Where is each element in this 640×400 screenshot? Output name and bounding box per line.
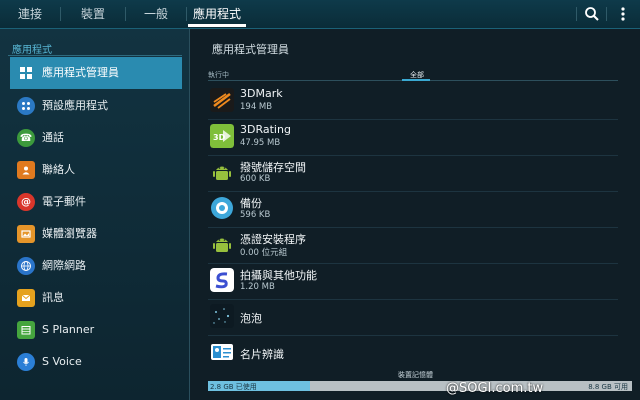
tab-separator (606, 7, 607, 21)
phone-icon: ☎ (17, 129, 35, 147)
globe-icon (17, 257, 35, 275)
sidebar-item-label: 通話 (42, 131, 64, 144)
tab-general[interactable]: 一般 (126, 0, 186, 28)
card-reader-icon (211, 344, 233, 360)
watermark: @SOGI.com.tw (446, 381, 544, 396)
application-manager-panel: 應用程式管理員 執行中 全部 3DMark 194 MB 3D 3DRating… (190, 29, 640, 400)
grid-icon (17, 64, 35, 82)
sidebar-item-label: S Planner (42, 323, 95, 336)
divider (8, 55, 182, 56)
android-icon (213, 238, 231, 252)
app-size: 1.20 MB (240, 282, 275, 292)
calendar-icon (17, 321, 35, 339)
sidebar-item-label: 電子郵件 (42, 195, 86, 208)
apps-icon (17, 97, 35, 115)
app-name: 名片辨識 (240, 348, 284, 361)
bubbles-icon (210, 304, 234, 328)
more-vert-icon[interactable] (614, 5, 632, 23)
sidebar-item-application-manager[interactable]: 應用程式管理員 (10, 57, 182, 89)
sidebar-item-label: S Voice (42, 355, 82, 368)
settings-sidebar: 應用程式 應用程式管理員 預設應用程式 ☎ 通話 聯絡人 @ 電子郵件 媒體瀏覽… (0, 29, 190, 400)
sidebar-item-label: 媒體瀏覽器 (42, 227, 97, 240)
active-filter-indicator (402, 79, 430, 81)
app-row-dialer-storage[interactable]: 撥號儲存空間 600 KB (208, 155, 618, 192)
media-icon (17, 225, 35, 243)
sidebar-item-s-planner[interactable]: S Planner (10, 314, 182, 346)
sidebar-item-messages[interactable]: 訊息 (10, 282, 182, 314)
storage-usage-bar: 2.8 GB 已使用 8.8 GB 可用 (208, 381, 632, 391)
app-name: 備份 (240, 197, 262, 210)
sidebar-item-contacts[interactable]: 聯絡人 (10, 154, 182, 186)
sidebar-item-email[interactable]: @ 電子郵件 (10, 186, 182, 218)
app-row-3drating[interactable]: 3D 3DRating 47.95 MB (208, 119, 618, 156)
tab-separator (576, 7, 577, 21)
backup-icon (211, 197, 233, 219)
sidebar-item-media-browser[interactable]: 媒體瀏覽器 (10, 218, 182, 250)
3dmark-icon (210, 88, 234, 112)
app-name: 泡泡 (240, 312, 262, 325)
app-row-certificate-installer[interactable]: 憑證安裝程序 0.00 位元組 (208, 227, 618, 264)
shot-icon (210, 268, 234, 292)
app-size: 600 KB (240, 174, 271, 184)
top-tab-bar: 連接 裝置 一般 應用程式 (0, 0, 640, 29)
app-row-backup[interactable]: 備份 596 KB (208, 191, 618, 228)
message-icon (17, 289, 35, 307)
app-size: 194 MB (240, 102, 273, 112)
sidebar-item-label: 應用程式管理員 (42, 66, 119, 79)
contact-icon (17, 161, 35, 179)
app-size: 596 KB (240, 210, 271, 220)
sidebar-header: 應用程式 (12, 45, 52, 56)
sidebar-item-internet[interactable]: 網際網路 (10, 250, 182, 282)
app-name: 3DRating (240, 123, 291, 136)
sidebar-item-call[interactable]: ☎ 通話 (10, 122, 182, 154)
android-icon (213, 166, 231, 180)
sidebar-item-label: 預設應用程式 (42, 99, 108, 112)
storage-used-text: 2.8 GB 已使用 (210, 383, 257, 391)
tab-device[interactable]: 裝置 (61, 0, 125, 28)
3drating-icon: 3D (210, 124, 234, 148)
sidebar-item-label: 網際網路 (42, 259, 86, 272)
active-tab-indicator (188, 24, 246, 27)
app-row-3dmark[interactable]: 3DMark 194 MB (208, 83, 618, 120)
app-row-business-card-reader[interactable]: 名片辨識 (208, 335, 618, 371)
filter-running[interactable]: 執行中 (208, 70, 229, 80)
sidebar-item-s-voice[interactable]: S Voice (10, 346, 182, 378)
app-name: 憑證安裝程序 (240, 233, 306, 246)
page-title: 應用程式管理員 (212, 43, 289, 56)
tab-connections[interactable]: 連接 (0, 0, 60, 28)
search-icon[interactable] (583, 5, 601, 23)
sidebar-item-default-apps[interactable]: 預設應用程式 (10, 90, 182, 122)
app-size: 0.00 位元組 (240, 248, 288, 258)
app-name: 撥號儲存空間 (240, 161, 306, 174)
storage-free-text: 8.8 GB 可用 (588, 383, 628, 391)
app-name: 拍攝與其他功能 (240, 269, 317, 282)
app-name: 3DMark (240, 87, 283, 100)
sidebar-item-label: 聯絡人 (42, 163, 75, 176)
mic-icon (17, 353, 35, 371)
email-icon: @ (17, 193, 35, 211)
app-size: 47.95 MB (240, 138, 281, 148)
storage-label: 裝置記憶體 (398, 371, 433, 379)
app-row-shot-and-more[interactable]: 拍攝與其他功能 1.20 MB (208, 263, 618, 300)
app-row-bubbles[interactable]: 泡泡 (208, 299, 618, 336)
sidebar-item-label: 訊息 (42, 291, 64, 304)
